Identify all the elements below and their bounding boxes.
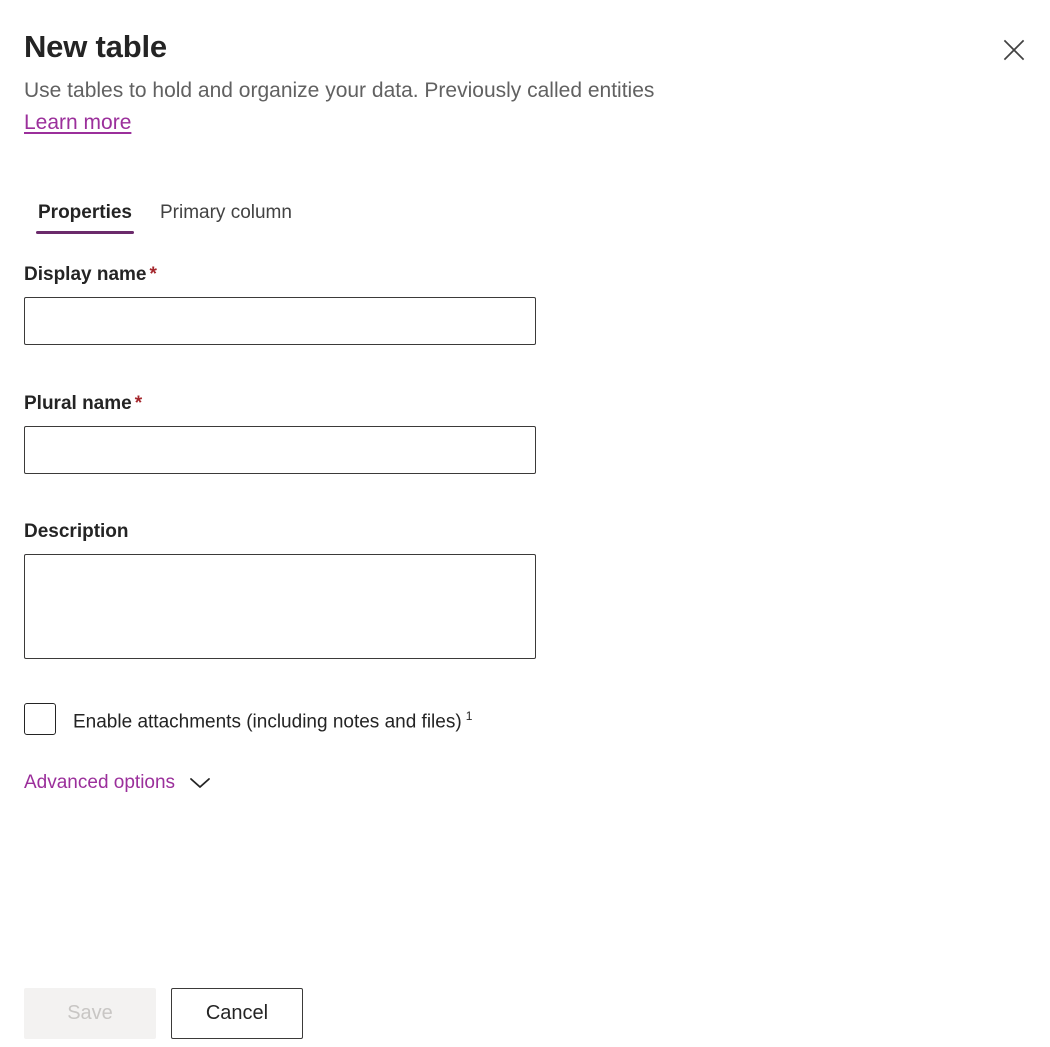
spacer — [24, 474, 1026, 519]
panel-subtitle: Use tables to hold and organize your dat… — [24, 76, 924, 106]
enable-attachments-label: Enable attachments (including notes and … — [73, 703, 472, 735]
display-name-label-text: Display name — [24, 264, 147, 285]
new-table-panel: New table Use tables to hold and organiz… — [0, 0, 1050, 1047]
tab-properties[interactable]: Properties — [24, 196, 146, 238]
close-button[interactable] — [992, 30, 1036, 70]
display-name-label: Display name* — [24, 262, 1026, 288]
spacer — [24, 345, 1026, 391]
tab-primary-column[interactable]: Primary column — [146, 196, 306, 238]
footer-actions: Save Cancel — [24, 988, 303, 1039]
display-name-input[interactable] — [24, 297, 536, 345]
tab-list: Properties Primary column — [24, 196, 306, 238]
plural-name-label: Plural name* — [24, 391, 1026, 417]
description-textarea[interactable] — [24, 554, 536, 659]
learn-more-link[interactable]: Learn more — [24, 108, 131, 138]
cancel-button[interactable]: Cancel — [171, 988, 303, 1039]
enable-attachments-checkbox[interactable] — [24, 703, 56, 735]
close-icon — [1001, 37, 1027, 63]
advanced-options-toggle[interactable]: Advanced options — [24, 770, 211, 796]
plural-name-input[interactable] — [24, 426, 536, 474]
description-label: Description — [24, 519, 1026, 545]
enable-attachments-row[interactable]: Enable attachments (including notes and … — [24, 703, 472, 735]
field-description: Description — [24, 519, 1026, 659]
properties-form: Display name* Plural name* Description E… — [24, 262, 1026, 796]
panel-header: New table Use tables to hold and organiz… — [0, 0, 1050, 138]
save-button[interactable]: Save — [24, 988, 156, 1039]
title-row: New table — [24, 28, 1026, 70]
advanced-options-label: Advanced options — [24, 770, 175, 796]
chevron-down-icon — [189, 776, 211, 790]
plural-name-label-text: Plural name — [24, 393, 132, 414]
field-display-name: Display name* — [24, 262, 1026, 345]
field-plural-name: Plural name* — [24, 391, 1026, 474]
footnote-marker: 1 — [466, 709, 473, 723]
page-title: New table — [24, 28, 167, 66]
required-asterisk: * — [135, 393, 142, 414]
required-asterisk: * — [150, 264, 157, 285]
enable-attachments-label-text: Enable attachments (including notes and … — [73, 711, 462, 732]
